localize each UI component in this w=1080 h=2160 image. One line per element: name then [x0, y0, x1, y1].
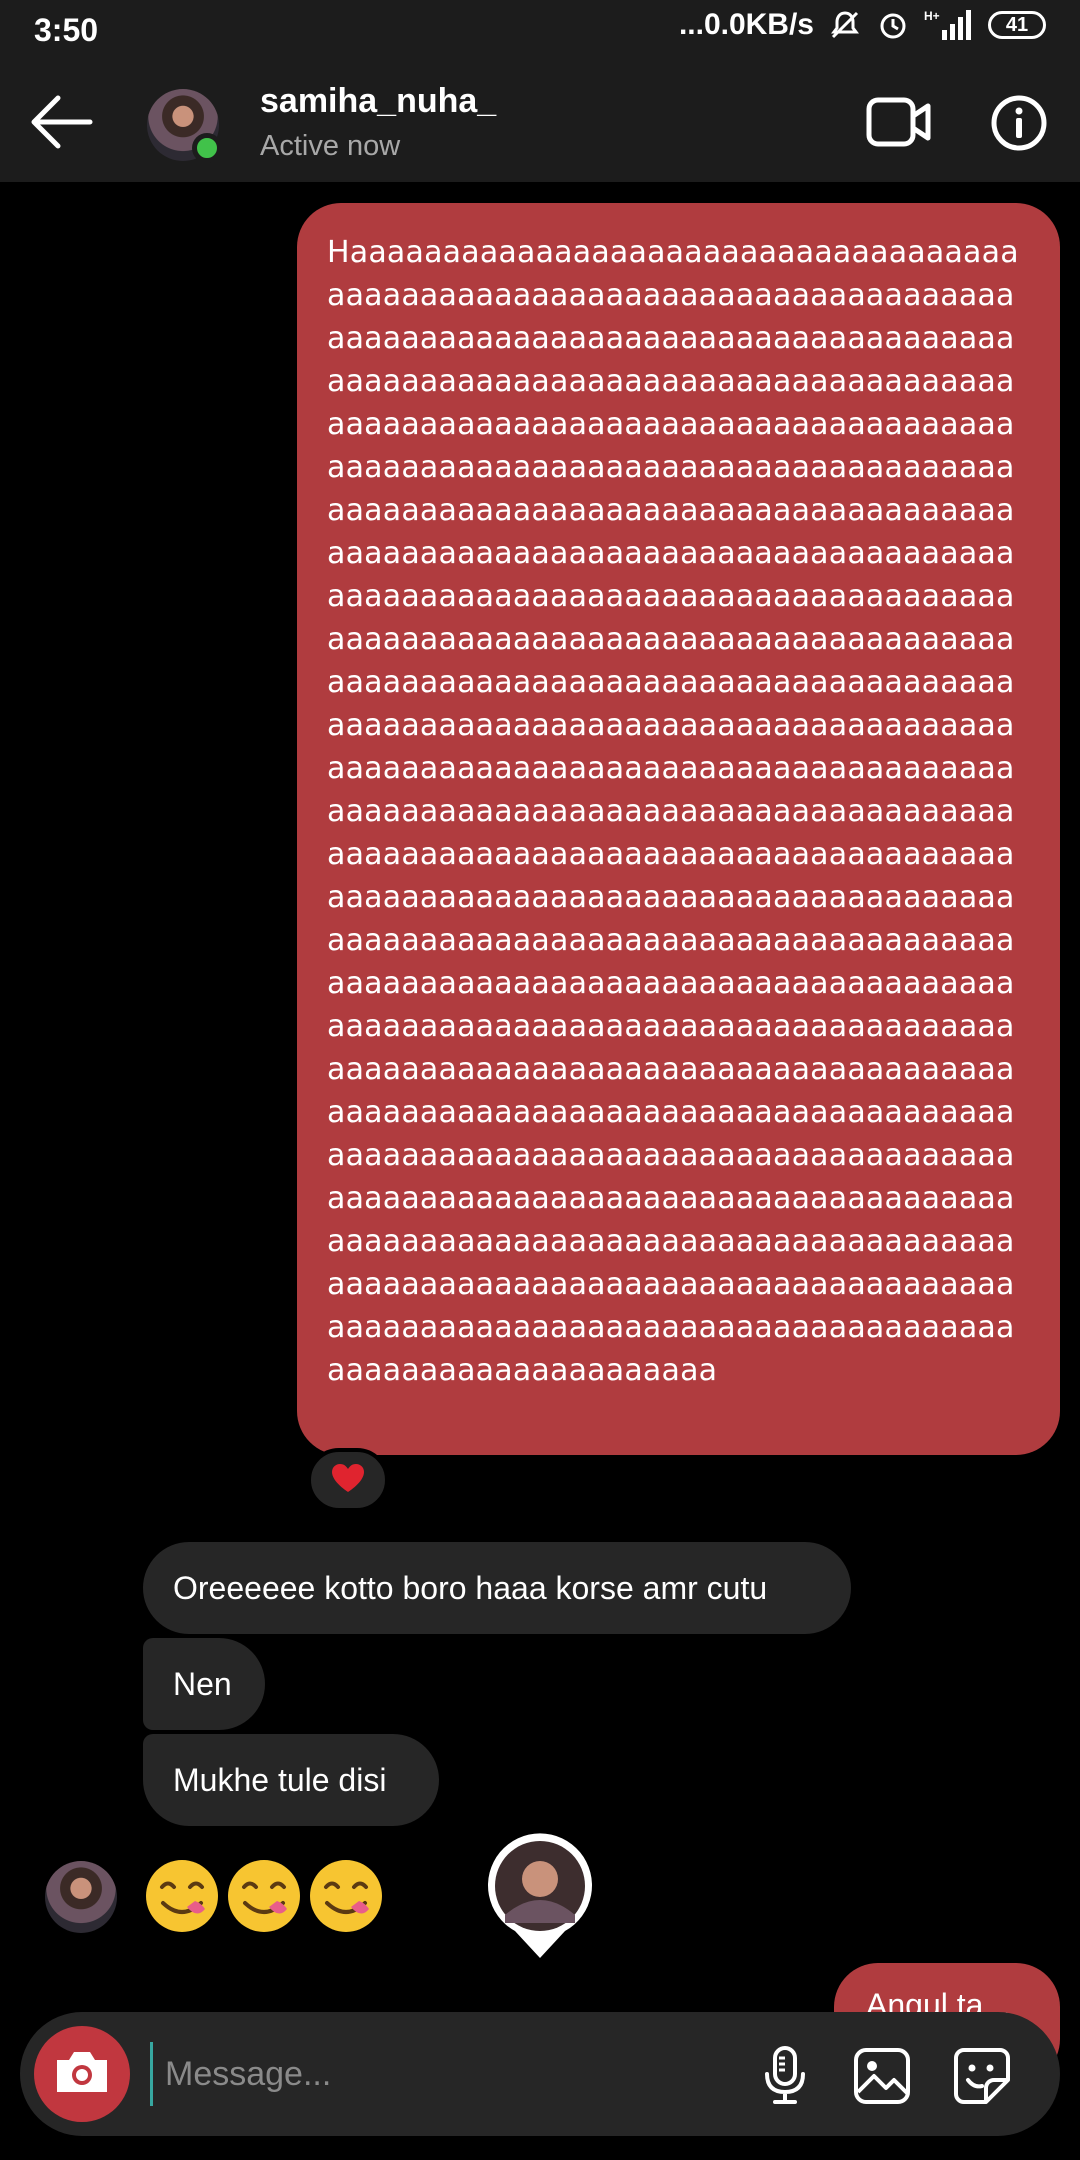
- mute-icon: [828, 8, 862, 42]
- arrow-left-icon: [28, 95, 94, 156]
- message-reaction[interactable]: [307, 1448, 389, 1512]
- battery-indicator: 41: [988, 11, 1046, 39]
- camera-icon: [53, 2048, 111, 2101]
- active-status: Active now: [260, 130, 401, 162]
- chat-header: samiha_nuha_ Active now: [0, 62, 1080, 182]
- camera-button[interactable]: [34, 2026, 130, 2122]
- chat-username[interactable]: samiha_nuha_: [260, 82, 496, 121]
- received-message[interactable]: Oreeeeee kotto boro haaa korse amr cutu: [143, 1542, 851, 1634]
- online-indicator: [192, 133, 222, 163]
- status-bar: 3:50 ...0.0KB/s H+ 41: [0, 0, 1080, 62]
- voice-button[interactable]: [755, 2046, 815, 2106]
- sticker-button[interactable]: [950, 2044, 1014, 2108]
- message-input[interactable]: Message...: [150, 2042, 725, 2106]
- signal-icon: H+: [924, 8, 974, 42]
- sent-message-text: Haaaaaaaaaaaaaaaaaaaaaaaaaaaaaaaaaaaaaaa…: [327, 235, 1019, 1388]
- image-icon: [852, 2048, 912, 2110]
- network-type: H+: [924, 9, 940, 23]
- video-call-button[interactable]: [866, 94, 932, 150]
- microphone-icon: [755, 2046, 815, 2110]
- seen-indicator: [485, 1833, 595, 1963]
- gallery-button[interactable]: [852, 2046, 912, 2106]
- sent-message-bubble[interactable]: Haaaaaaaaaaaaaaaaaaaaaaaaaaaaaaaaaaaaaaa…: [297, 203, 1060, 1455]
- network-speed: ...0.0KB/s: [678, 8, 814, 41]
- yum-emoji-icon: [228, 1860, 300, 1932]
- message-composer: Message...: [20, 2012, 1060, 2136]
- sender-avatar[interactable]: [45, 1861, 117, 1933]
- received-message[interactable]: Nen: [143, 1638, 265, 1730]
- status-time: 3:50: [34, 12, 99, 48]
- heart-icon: [330, 1462, 366, 1499]
- yum-emoji-icon: [146, 1860, 218, 1932]
- emoji-message[interactable]: [143, 1857, 385, 1935]
- alarm-icon: [876, 8, 910, 42]
- sticker-icon: [950, 2048, 1014, 2112]
- status-icons: ...0.0KB/s H+ 41: [679, 8, 1046, 42]
- yum-emoji-icon: [310, 1860, 382, 1932]
- back-button[interactable]: [28, 92, 94, 152]
- video-camera-icon: [866, 97, 932, 154]
- info-button[interactable]: [990, 94, 1048, 152]
- received-message[interactable]: Mukhe tule disi: [143, 1734, 439, 1826]
- info-icon: [990, 95, 1048, 156]
